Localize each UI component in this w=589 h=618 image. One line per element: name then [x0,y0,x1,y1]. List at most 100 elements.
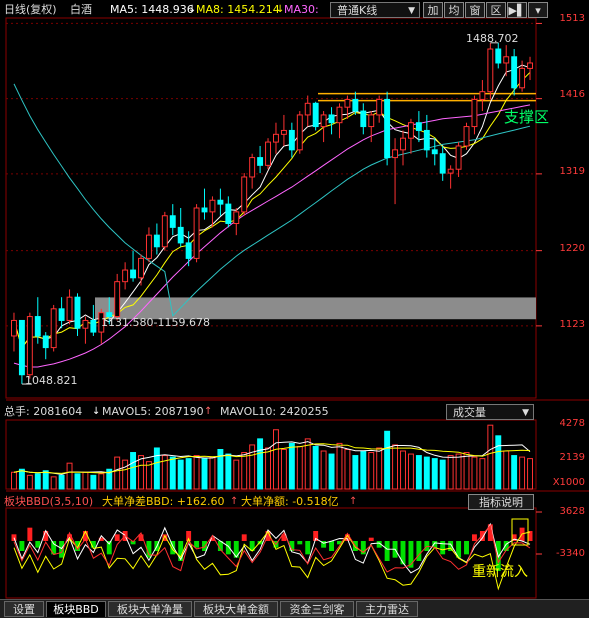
volume-bar [130,452,137,490]
volume-unit-label: X1000 [552,477,585,488]
candle-body [90,319,97,333]
bbd-bar [305,541,311,555]
candle-body [407,122,414,139]
volume-bar [153,447,160,490]
volume-bar [265,447,271,490]
volume-bar [241,452,248,490]
volume-bar [138,455,144,490]
volume-tick-4278: 4278 [559,418,585,429]
volume-bar [34,473,41,490]
candle-body [392,149,399,159]
bbd-bar [225,541,231,555]
tab-settings[interactable]: 设置 [4,601,44,617]
volume-bar [18,468,25,490]
volume-bar [50,476,57,490]
volume-bar [11,471,17,490]
volume-bar [273,429,279,490]
volume-bar [288,442,295,490]
support-zone-label: 支撑区 [504,108,550,126]
candle-body [400,137,406,151]
indicator-help-button[interactable]: 指标说明 [468,494,534,510]
mavol5-label: MAVOL5: 2087190 [102,405,204,418]
tab-main-force-radar[interactable]: 主力雷达 [356,601,418,617]
tab-sector-large-order-volume[interactable]: 板块大单净量 [108,601,192,617]
volume-bar [209,456,216,490]
bbd-bar [440,541,446,555]
volume-bar [407,453,414,490]
volume-bar [312,445,319,490]
bbd-line-white [13,522,531,574]
volume-bar [463,452,470,490]
bbd-title: 板块BBD(3,5,10) [4,495,94,508]
volume-bar [90,474,97,490]
mavol10-label: MAVOL10: 2420255 [220,405,329,418]
bbd-bar [114,534,120,541]
volume-bar [201,458,208,490]
candle-body [34,316,41,337]
volume-bar [257,438,264,490]
bbd-bar [11,534,17,541]
menu-chevron-icon[interactable]: ▾ [528,2,548,18]
volume-bar [360,450,367,490]
fullscreen-toggle-icon[interactable]: ▶▌ [507,2,527,18]
candle-body [439,153,446,174]
chevron-down-icon: ▼ [408,6,415,16]
ma30-label: MA30: [284,3,319,16]
candle-body [312,102,319,128]
volume-indicator-select[interactable]: 成交量 ▼ [446,404,534,420]
ma-long-line [13,83,531,317]
candle-body [26,316,33,376]
candle-body [320,114,327,128]
price-tick-1319: 1319 [559,166,585,177]
volume-bar [304,438,311,490]
candle-body [344,98,351,108]
inflow-label: 重新流入 [472,564,528,580]
low-price-label: 1048.821 [25,374,78,387]
add-button[interactable]: 加 [423,2,443,18]
candle-body [304,102,311,116]
volume-bar [185,458,192,490]
candle-body [495,48,502,64]
candle-body [431,149,438,155]
tab-sector-large-order-amount[interactable]: 板块大单金额 [194,601,278,617]
kline-type-select[interactable]: 普通K线 ▼ [330,2,420,18]
volume-bar [296,445,303,490]
volume-bar [439,459,446,490]
candle-body [233,211,240,225]
candle-body [415,122,422,131]
bbd-bar [416,541,422,561]
candle-body [336,106,343,124]
volume-bar [447,455,454,490]
tab-fund-trio[interactable]: 资金三剑客 [280,601,354,617]
candle-body [447,168,454,174]
candle-body [376,98,383,116]
candle-body [193,207,200,259]
bbd-bar [241,534,247,541]
chart-canvas[interactable] [0,0,589,617]
mavol5-up-arrow-icon: ↑ [204,406,213,417]
volume-bar [344,448,351,490]
volume-bar [320,450,327,490]
volume-bar [495,435,502,490]
bbd-bar [368,537,374,541]
bbd-bar [297,541,303,545]
chevron-down-icon: ▼ [522,408,529,418]
kline-type-value: 普通K线 [337,4,378,17]
average-button[interactable]: 均 [444,2,464,18]
range-button[interactable]: 区 [486,2,506,18]
volume-bar [233,459,240,490]
volume-down-arrow-icon: ↓ [92,406,101,417]
volume-bar [511,455,518,490]
volume-bar [479,458,486,490]
volume-bar [26,474,33,490]
candle-body [153,234,160,248]
volume-bar [177,459,184,490]
bbd-bar [448,541,454,551]
volume-bar [487,424,494,490]
candle-body [384,98,391,159]
bbd-amount-label: 大单净额: -0.518亿 [241,495,339,508]
volume-bar [384,430,391,490]
window-button[interactable]: 窗 [465,2,485,18]
tab-sector-bbd[interactable]: 板块BBD [46,601,106,617]
volume-bar [503,450,510,490]
